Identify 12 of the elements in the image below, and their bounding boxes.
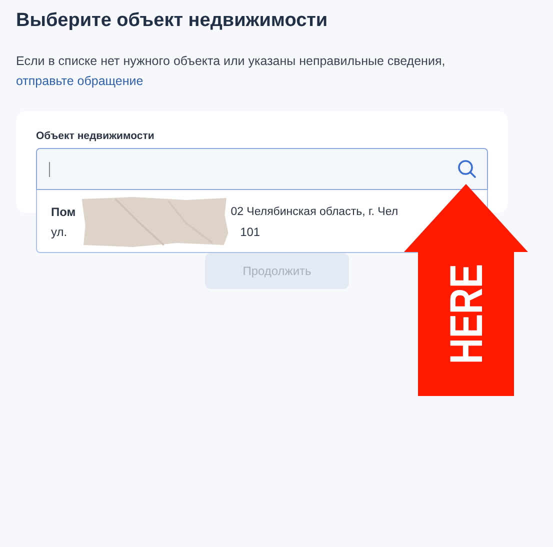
appeal-link[interactable]: отправьте обращение <box>16 74 144 88</box>
search-field[interactable] <box>36 148 488 190</box>
field-label: Объект недвижимости <box>36 130 156 142</box>
page-title: Выберите объект недвижимости <box>16 9 329 33</box>
suggestion-text[interactable]: 101 <box>240 222 260 242</box>
search-icon[interactable] <box>457 159 477 179</box>
suggestion-text[interactable]: Пом <box>51 202 76 222</box>
text-cursor <box>49 162 50 176</box>
arrow-label: HERE <box>440 236 492 364</box>
suggestion-text[interactable]: 02 Челябинская область, г. Чел <box>230 202 398 222</box>
suggestion-text[interactable]: ул. <box>51 222 68 242</box>
notice-text: Если в списке нет нужного объекта или указаны неправильные сведения, отправьте обращение <box>16 53 446 90</box>
